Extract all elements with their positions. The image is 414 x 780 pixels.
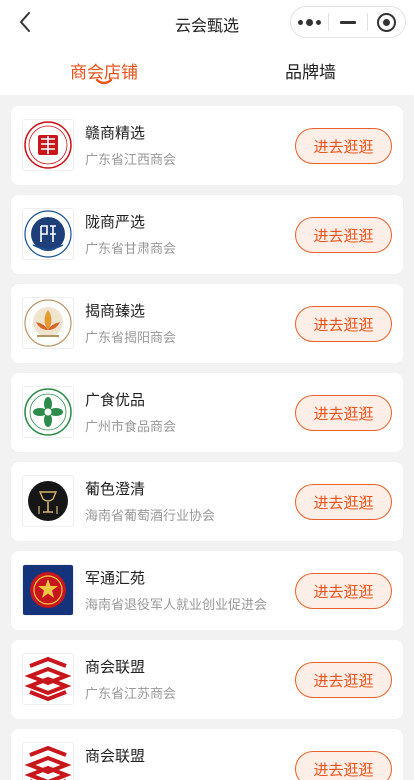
active-tab-indicator [95, 78, 113, 85]
target-circle-icon [376, 12, 396, 32]
store-name: 葡色澄清 [85, 480, 146, 498]
tab-bar: 商会店铺 品牌墙 [0, 44, 414, 95]
visit-store-button[interactable]: 进去逛逛 [295, 306, 392, 342]
store-name: 商会联盟 [85, 747, 146, 765]
chamber-name: 海南省退役军人就业创业促进会 [85, 598, 268, 613]
jiangsu-chamber-logo-icon [22, 742, 74, 780]
veterans-association-logo-icon [22, 564, 74, 616]
store-name: 商会联盟 [85, 658, 146, 676]
close-button[interactable] [368, 7, 405, 37]
jiangxi-chamber-logo-icon [22, 119, 74, 171]
visit-store-button[interactable]: 进去逛逛 [295, 128, 392, 164]
store-list: 赣商精选 广东省江西商会 进去逛逛 陇商严选 广东省甘肃商会 进去逛逛 揭商臻选… [0, 95, 414, 780]
guangzhou-food-chamber-logo-icon [22, 386, 74, 438]
visit-store-button[interactable]: 进去逛逛 [295, 662, 392, 698]
chamber-name: 广东省江西商会 [85, 153, 177, 168]
list-item[interactable]: 陇商严选 广东省甘肃商会 进去逛逛 [11, 195, 403, 274]
store-name: 揭商臻选 [85, 302, 146, 320]
store-name: 赣商精选 [85, 124, 146, 142]
store-name: 陇商严选 [85, 213, 146, 231]
chamber-name: 广州市食品商会 [85, 420, 177, 435]
hainan-wine-association-logo-icon [22, 475, 74, 527]
chamber-name: 广东省甘肃商会 [85, 242, 177, 257]
visit-store-button[interactable]: 进去逛逛 [295, 751, 392, 780]
more-button[interactable] [291, 7, 328, 37]
visit-store-button[interactable]: 进去逛逛 [295, 484, 392, 520]
gansu-chamber-logo-icon [22, 208, 74, 260]
jiangsu-chamber-logo-icon [22, 653, 74, 705]
tab-brand-wall[interactable]: 品牌墙 [285, 58, 336, 83]
list-item[interactable]: 赣商精选 广东省江西商会 进去逛逛 [11, 106, 403, 185]
more-dots-icon [298, 18, 322, 26]
list-item[interactable]: 揭商臻选 广东省揭阳商会 进去逛逛 [11, 284, 403, 363]
list-item[interactable]: 军通汇苑 海南省退役军人就业创业促进会 进去逛逛 [11, 551, 403, 630]
mini-program-capsule [290, 6, 406, 38]
jieyang-chamber-logo-icon [22, 297, 74, 349]
list-item[interactable]: 商会联盟 广东省江苏商会 进去逛逛 [11, 640, 403, 719]
list-item[interactable]: 葡色澄清 海南省葡萄酒行业协会 进去逛逛 [11, 462, 403, 541]
store-name: 军通汇苑 [85, 569, 146, 587]
visit-store-button[interactable]: 进去逛逛 [295, 217, 392, 253]
visit-store-button[interactable]: 进去逛逛 [295, 395, 392, 431]
chamber-name: 海南省葡萄酒行业协会 [85, 509, 216, 524]
store-name: 广食优品 [85, 391, 146, 409]
chamber-name: 广东省揭阳商会 [85, 331, 177, 346]
visit-store-button[interactable]: 进去逛逛 [295, 573, 392, 609]
list-item[interactable]: 广食优品 广州市食品商会 进去逛逛 [11, 373, 403, 452]
nav-bar: 云会甄选 [0, 0, 414, 44]
minimize-button[interactable] [329, 7, 366, 37]
minus-icon [339, 20, 356, 24]
chamber-name: 广东省江苏商会 [85, 687, 177, 702]
list-item[interactable]: 商会联盟 进去逛逛 [11, 729, 403, 780]
